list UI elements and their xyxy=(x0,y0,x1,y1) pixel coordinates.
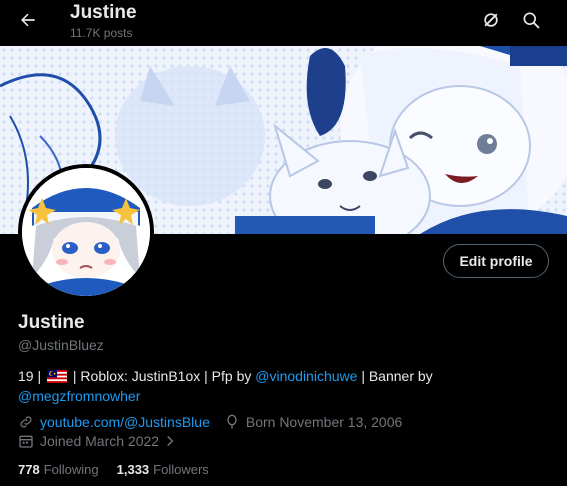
link-icon xyxy=(18,414,34,430)
search-button[interactable] xyxy=(516,7,546,37)
birthday-text: Born November 13, 2006 xyxy=(245,414,403,430)
avatar[interactable] xyxy=(18,164,154,300)
follow-stats: 778 Following 1,333 Followers xyxy=(18,462,227,477)
bio-text-3: | Banner by xyxy=(361,368,433,384)
following-link[interactable]: 778 Following xyxy=(18,462,99,477)
top-bar: Justine 11.7K posts xyxy=(0,0,567,46)
edit-profile-button[interactable]: Edit profile xyxy=(443,244,549,278)
balloon-icon xyxy=(224,414,240,430)
posts-count: 11.7K posts xyxy=(70,26,133,40)
avatar-image xyxy=(22,168,150,296)
profile-bio: 19 | | Roblox: JustinB1ox | Pfp by @vino… xyxy=(18,366,548,406)
pfp-artist-link[interactable]: @vinodinichuwe xyxy=(255,368,357,384)
grok-button[interactable] xyxy=(476,7,506,37)
followers-label: Followers xyxy=(153,462,209,477)
following-count: 778 xyxy=(18,462,40,477)
page-title: Justine xyxy=(70,2,137,23)
banner-artist-link[interactable]: @megzfromnowher xyxy=(18,388,140,404)
calendar-icon xyxy=(18,433,34,449)
bio-text-2: | Roblox: JustinB1ox | Pfp by xyxy=(72,368,252,384)
grok-icon xyxy=(481,10,501,35)
joined-text: Joined March 2022 xyxy=(40,433,160,449)
following-label: Following xyxy=(43,462,99,477)
joined-row: Joined March 2022 xyxy=(18,433,185,449)
website-link[interactable]: youtube.com/@JustinsBlue xyxy=(40,414,210,430)
back-button[interactable] xyxy=(13,7,43,37)
profile-handle: @JustinBluez xyxy=(18,337,104,353)
profile-meta-row: youtube.com/@JustinsBlue Born November 1… xyxy=(18,414,402,430)
profile-name: Justine xyxy=(18,312,85,333)
search-icon xyxy=(521,10,541,35)
chevron-right-icon[interactable] xyxy=(163,433,179,449)
malaysia-flag-icon xyxy=(47,368,67,383)
followers-count: 1,333 xyxy=(116,462,150,477)
bio-text-1: 19 | xyxy=(18,368,42,384)
followers-link[interactable]: 1,333 Followers xyxy=(117,462,209,477)
arrow-left-icon xyxy=(18,10,38,35)
